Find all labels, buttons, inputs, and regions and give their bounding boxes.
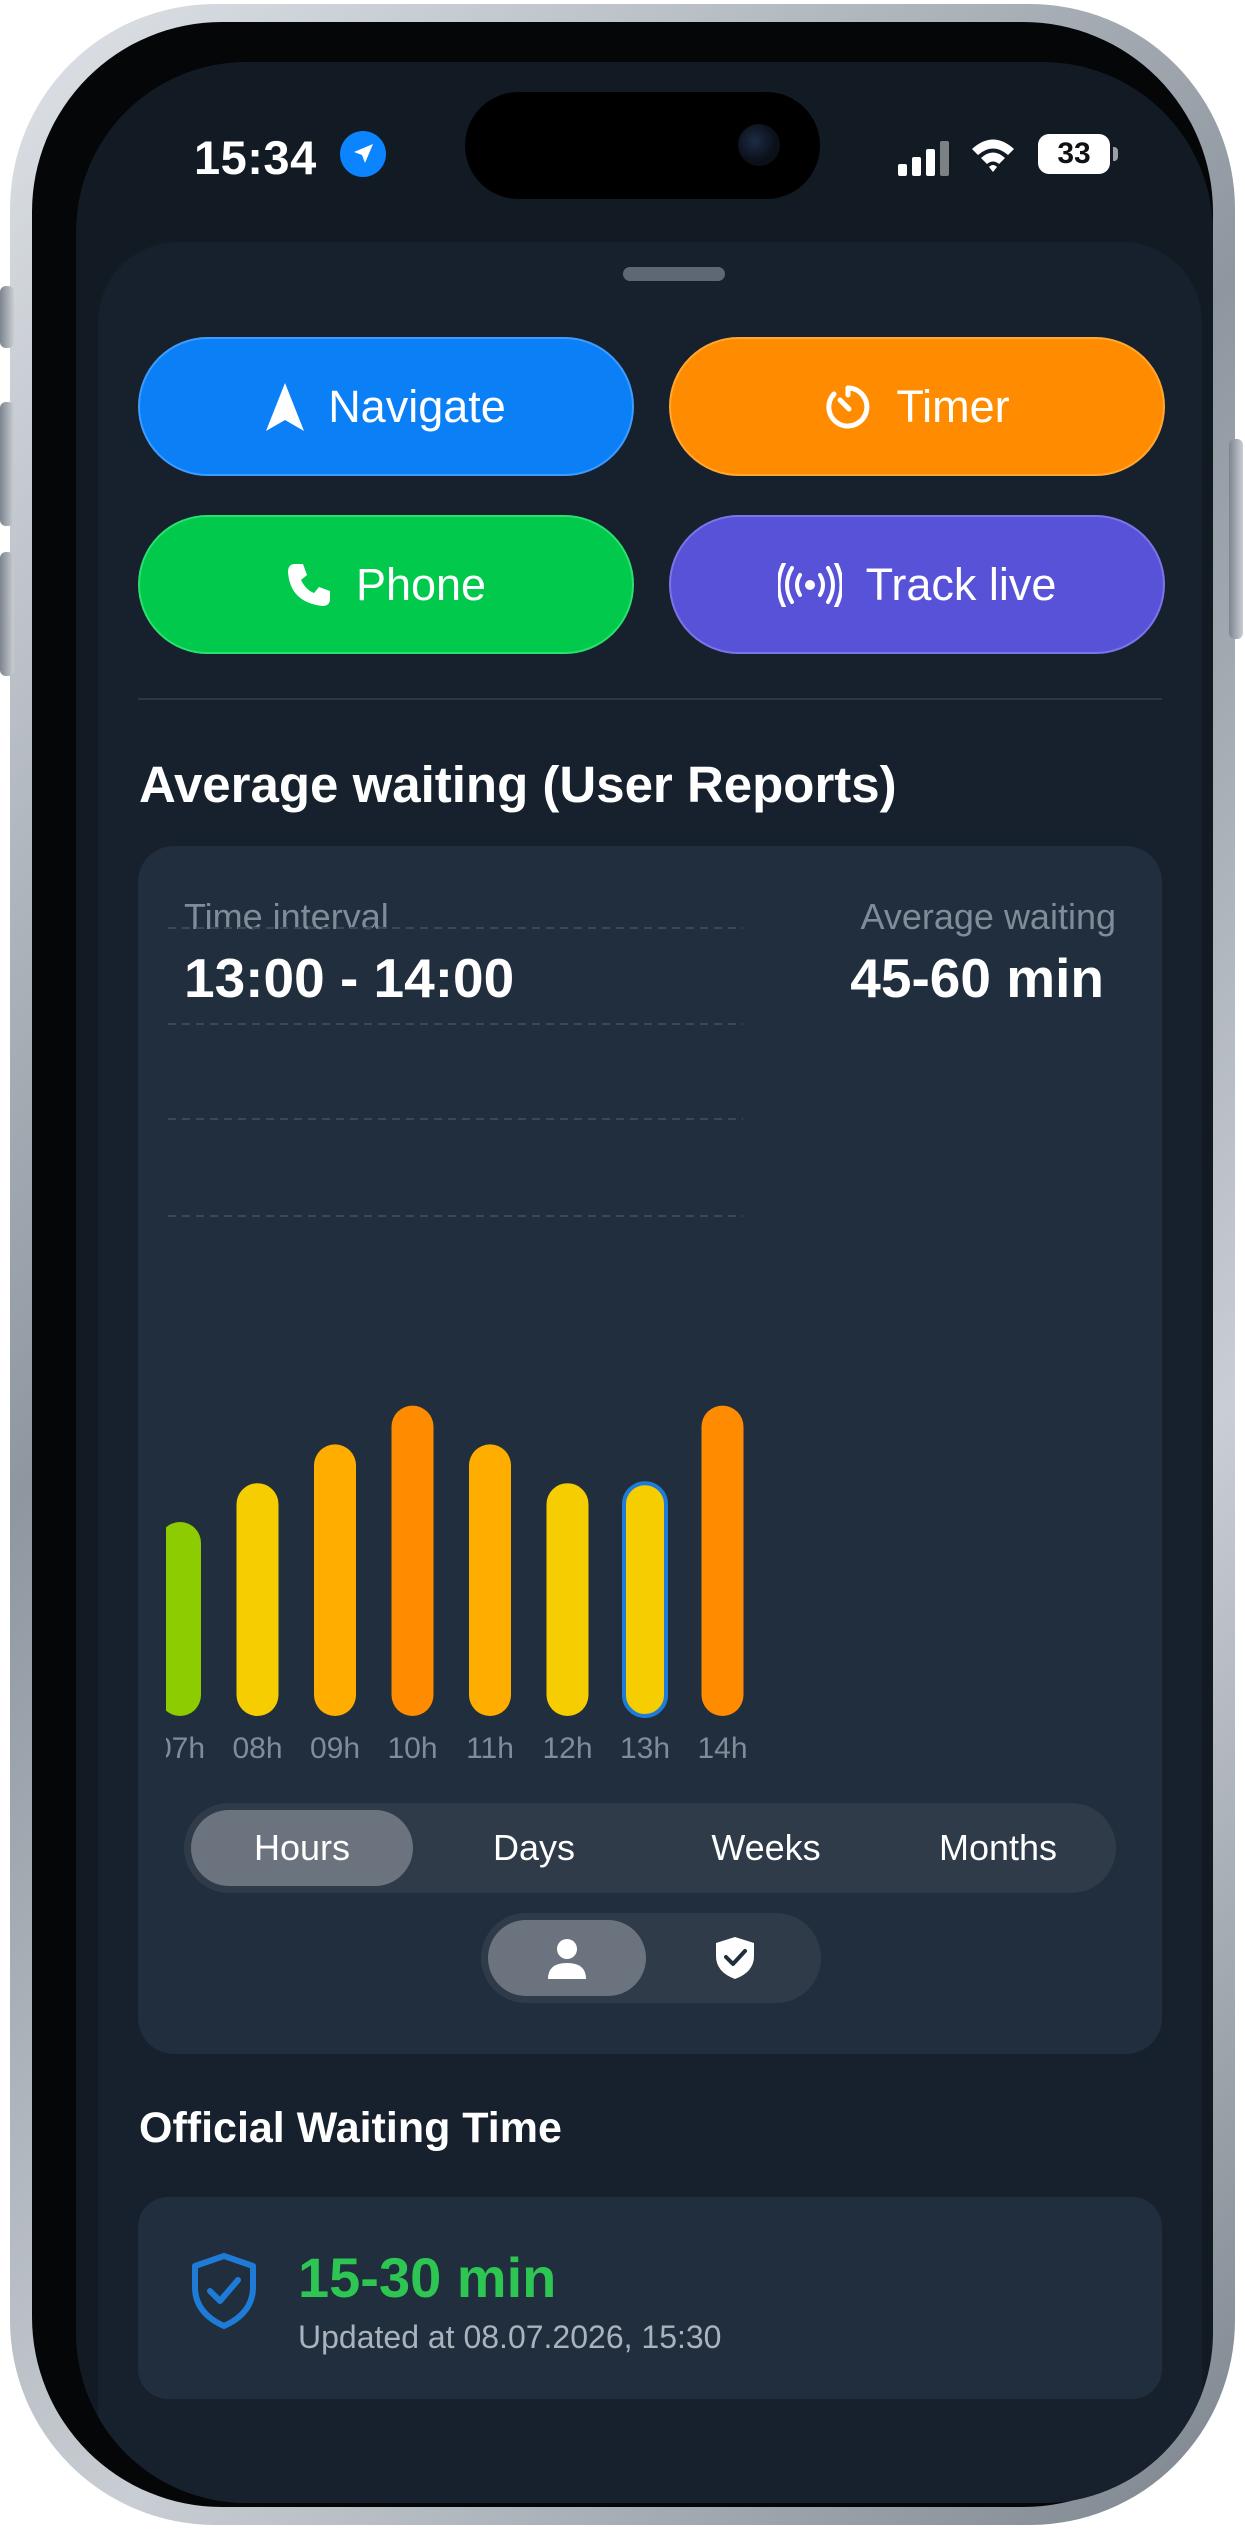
track-live-button[interactable]: Track live: [669, 515, 1165, 654]
track-live-label: Track live: [865, 558, 1057, 610]
dynamic-island: [465, 92, 820, 199]
screen: 15:34 33 Navigate Timer Phone Track live…: [76, 62, 1213, 2503]
broadcast-icon: [777, 562, 842, 607]
timer-button[interactable]: Timer: [669, 337, 1165, 476]
average-waiting-card: Time interval 13:00 - 14:00 Average wait…: [138, 846, 1162, 2054]
navigate-label: Navigate: [328, 380, 506, 432]
timer-label: Timer: [896, 380, 1010, 432]
x-tick-label: 10h: [387, 1732, 437, 1765]
x-tick-label: 11h: [466, 1732, 514, 1765]
battery-indicator: 33: [1038, 134, 1118, 174]
status-time: 15:34: [194, 131, 317, 184]
bar-07h[interactable]: [159, 1522, 201, 1716]
official-updated: Updated at 08.07.2026, 15:30: [298, 2319, 722, 2355]
phone-frame: 15:34 33 Navigate Timer Phone Track live…: [0, 4, 1243, 2525]
period-option-hours[interactable]: Hours: [191, 1810, 413, 1886]
bar-11h[interactable]: [469, 1444, 511, 1716]
period-segmented-control: Hours Days Weeks Months: [184, 1803, 1116, 1893]
sheet-grabber[interactable]: [623, 267, 725, 281]
official-waiting-card: 15-30 min Updated at 08.07.2026, 15:30: [138, 2197, 1162, 2399]
bar-08h[interactable]: [236, 1483, 279, 1716]
cellular-signal-icon: [898, 141, 949, 176]
source-toggle: [481, 1913, 821, 2003]
volume-up-button: [0, 402, 14, 526]
volume-down-button: [0, 552, 14, 676]
bezel: 15:34 33 Navigate Timer Phone Track live…: [32, 22, 1213, 2507]
bar-13h[interactable]: [622, 1481, 668, 1719]
waiting-bar-chart: 07h 08h 09h 10h 11h 12h 13h 14h: [155, 927, 747, 1765]
bottom-sheet: Navigate Timer Phone Track live Average …: [98, 242, 1202, 2503]
period-option-months[interactable]: Months: [887, 1810, 1109, 1886]
bar-10h[interactable]: [391, 1405, 434, 1716]
average-waiting-title: Average waiting (User Reports): [139, 756, 897, 813]
official-waiting-title: Official Waiting Time: [139, 2104, 562, 2152]
x-tick-label: 07h: [155, 1732, 205, 1765]
official-toggle[interactable]: [656, 1920, 814, 1996]
official-range: 15-30 min: [298, 2246, 557, 2309]
x-tick-label: 13h: [620, 1732, 670, 1765]
person-icon: [548, 1939, 586, 1979]
x-tick-label: 12h: [542, 1732, 592, 1765]
navigate-button[interactable]: Navigate: [138, 337, 634, 476]
bar-14h[interactable]: [701, 1405, 744, 1716]
phone-icon: [287, 563, 330, 606]
divider: [138, 698, 1162, 700]
location-arrow-icon: [340, 131, 386, 177]
phone-label: Phone: [355, 558, 487, 610]
period-option-days[interactable]: Days: [423, 1810, 645, 1886]
bar-09h[interactable]: [314, 1444, 356, 1716]
power-button: [1229, 439, 1243, 639]
bar-12h[interactable]: [546, 1483, 589, 1716]
x-tick-label: 14h: [697, 1732, 747, 1765]
camera-icon: [738, 124, 780, 166]
action-button: [0, 286, 14, 348]
shield-check-icon: [192, 2253, 256, 2329]
user-reports-toggle[interactable]: [488, 1920, 646, 1996]
shield-check-icon: [716, 1937, 754, 1979]
x-tick-label: 09h: [310, 1732, 360, 1765]
navigation-arrow-icon: [266, 382, 305, 431]
phone-button[interactable]: Phone: [138, 515, 634, 654]
x-tick-label: 08h: [232, 1732, 282, 1765]
wifi-icon: [972, 139, 1014, 172]
timer-icon: [826, 385, 870, 428]
period-option-weeks[interactable]: Weeks: [655, 1810, 877, 1886]
